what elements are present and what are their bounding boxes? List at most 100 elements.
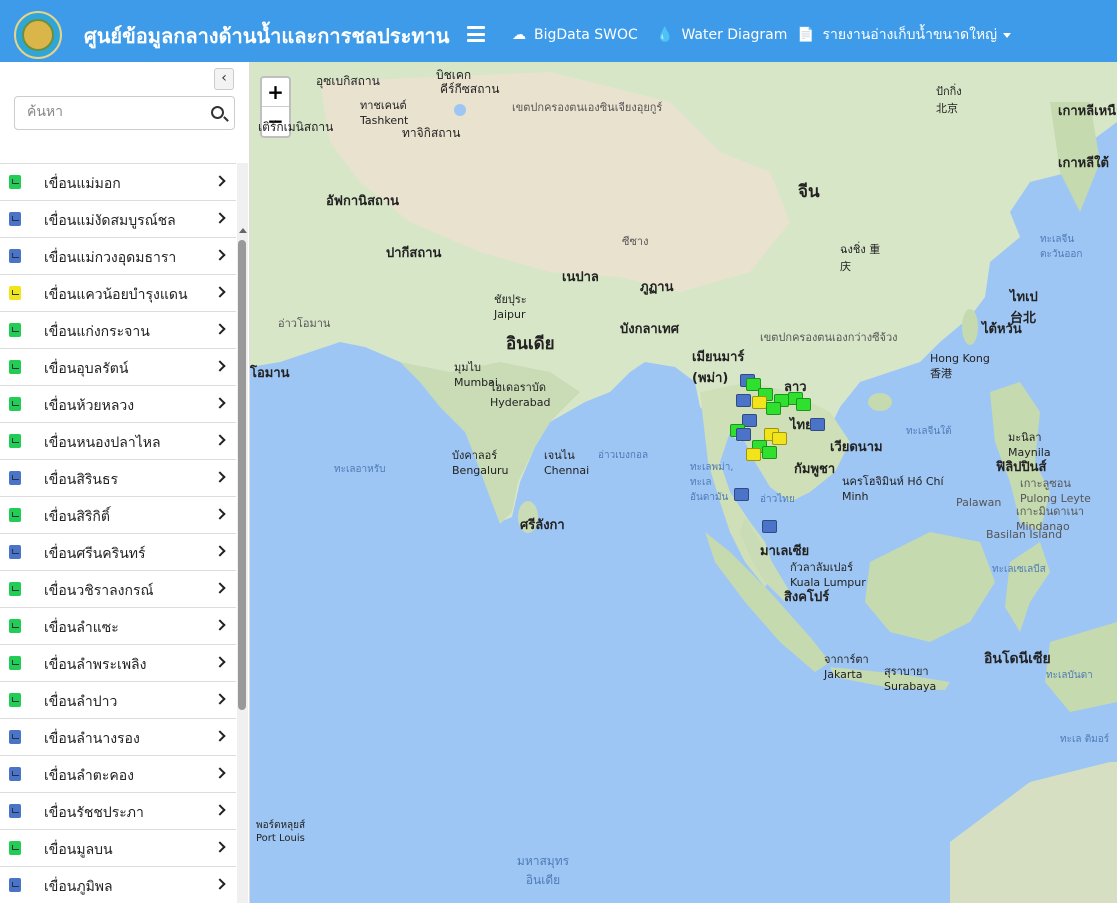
chevron-right-icon[interactable] [214, 582, 226, 594]
chevron-right-icon[interactable] [214, 656, 226, 668]
chevron-right-icon[interactable] [214, 767, 226, 779]
menu-icon[interactable] [467, 26, 485, 42]
dam-name: เขื่อนแม่กวงอุดมธารา [44, 250, 177, 266]
site-title[interactable]: ศูนย์ข้อมูลกลางด้านน้ำและการชลประทาน [84, 20, 449, 52]
dam-marker[interactable] [762, 520, 777, 533]
chevron-right-icon[interactable] [214, 730, 226, 742]
dam-list-item[interactable]: เขื่อนลำแซะ [0, 607, 236, 644]
dam-list-item[interactable]: เขื่อนสิรินธร [0, 459, 236, 496]
dam-list-item[interactable]: เขื่อนลำตะคอง [0, 755, 236, 792]
map-view[interactable]: + − อุซเบกิสถาน คีร์กีซสถาน บิชเคก ทาชเค… [250, 62, 1117, 903]
chevron-right-icon[interactable] [214, 175, 226, 187]
scroll-up-arrow[interactable] [239, 228, 247, 233]
nav-water-diagram-label: Water Diagram [681, 27, 788, 43]
chevron-right-icon[interactable] [214, 545, 226, 557]
nav-reservoir-report[interactable]: 📄 รายงานอ่างเก็บน้ำขนาดใหญ่ [797, 0, 1012, 70]
zoom-in-button[interactable]: + [262, 78, 289, 107]
dam-list-item[interactable]: เขื่อนลำปาว [0, 681, 236, 718]
label-oman: โอมาน [250, 366, 290, 381]
collapse-sidebar-button[interactable]: ‹ [214, 68, 234, 90]
label-india: อินเดีย [506, 334, 555, 354]
dam-list-item[interactable]: เขื่อนแม่กวงอุดมธารา [0, 237, 236, 274]
label-beijing: ปักกิ่ง 北京 [936, 85, 962, 115]
chevron-right-icon[interactable] [214, 212, 226, 224]
dam-name: เขื่อนอุบลรัตน์ [44, 361, 129, 377]
label-palawan: Palawan [956, 496, 1002, 509]
chevron-right-icon[interactable] [214, 508, 226, 520]
chevron-right-icon[interactable] [214, 804, 226, 816]
dam-marker[interactable] [734, 488, 749, 501]
dam-list-item[interactable]: เขื่อนแม่งัดสมบูรณ์ชล [0, 200, 236, 237]
dam-list-item[interactable]: เขื่อนอุบลรัตน์ [0, 348, 236, 385]
label-bandasea: ทะเลบันดา [1046, 670, 1093, 681]
dam-marker[interactable] [810, 418, 825, 431]
label-kualalumpur: กัวลาลัมเปอร์ Kuala Lumpur [790, 561, 866, 589]
dam-name: เขื่อนลำนางรอง [44, 731, 140, 747]
dam-list-item[interactable]: เขื่อนลำพระเพลิง [0, 644, 236, 681]
dam-list-item[interactable]: เขื่อนภูมิพล [0, 866, 236, 903]
label-eastchinasea: ทะเลจีน ตะวันออก [1040, 234, 1083, 260]
search-icon[interactable] [211, 106, 224, 119]
dam-status-icon [9, 175, 21, 189]
dam-name: เขื่อนสิริกิติ์ [44, 509, 110, 525]
dam-list-item[interactable]: เขื่อนแก่งกระจาน [0, 311, 236, 348]
logo[interactable] [14, 11, 62, 59]
dam-list-item[interactable]: เขื่อนมูลบน [0, 829, 236, 866]
chevron-right-icon[interactable] [214, 249, 226, 261]
dam-name: เขื่อนมูลบน [44, 842, 113, 858]
chevron-right-icon[interactable] [214, 471, 226, 483]
nav-bigdata[interactable]: ☁ BigData SWOC [512, 0, 638, 70]
chevron-right-icon[interactable] [214, 360, 226, 372]
nav-reservoir-report-label: รายงานอ่างเก็บน้ำขนาดใหญ่ [822, 27, 998, 43]
dam-list-item[interactable]: เขื่อนศรีนครินทร์ [0, 533, 236, 570]
nav-water-diagram[interactable]: 💧 Water Diagram [656, 0, 787, 70]
chevron-right-icon[interactable] [214, 693, 226, 705]
label-bhutan: ภูฏาน [640, 280, 674, 295]
dam-status-icon [9, 582, 21, 596]
dam-status-icon [9, 249, 21, 263]
label-luzon: เกาะลูซอน Pulong Leyte [1020, 477, 1091, 505]
dam-name: เขื่อนแก่งกระจาน [44, 324, 150, 340]
dam-marker[interactable] [746, 448, 761, 461]
dam-status-icon [9, 360, 21, 374]
dam-list-item[interactable]: เขื่อนวชิราลงกรณ์ [0, 570, 236, 607]
dam-name: เขื่อนลำตะคอง [44, 768, 134, 784]
chevron-right-icon[interactable] [214, 323, 226, 335]
dam-status-icon [9, 212, 21, 226]
dam-list-item[interactable]: เขื่อนแควน้อยบำรุงแดน [0, 274, 236, 311]
chevron-right-icon[interactable] [214, 841, 226, 853]
label-nepal: เนปาล [562, 270, 599, 285]
dam-status-icon [9, 804, 21, 818]
dam-name: เขื่อนแควน้อยบำรุงแดน [44, 287, 188, 303]
dam-marker[interactable] [796, 398, 811, 411]
label-chongqing: ฉงชิ่ง 重庆 [840, 243, 881, 273]
label-bangladesh: บังกลาเทศ [620, 322, 680, 337]
chevron-right-icon[interactable] [214, 878, 226, 890]
label-jakarta: จาการ์ตา Jakarta [824, 653, 869, 681]
dam-marker[interactable] [762, 446, 777, 459]
label-celebes: ทะเลเซเลบีส [992, 564, 1046, 575]
dam-name: เขื่อนหนองปลาไหล [44, 435, 161, 451]
label-turkmenistan: เติร์กเมนิสถาน [258, 120, 334, 134]
dam-marker[interactable] [736, 394, 751, 407]
chevron-right-icon[interactable] [214, 397, 226, 409]
label-china: จีน [798, 182, 820, 202]
dam-marker[interactable] [772, 432, 787, 445]
dam-marker[interactable] [766, 402, 781, 415]
dam-list-item[interactable]: เขื่อนหนองปลาไหล [0, 422, 236, 459]
chevron-right-icon[interactable] [214, 434, 226, 446]
label-xinjiang: เขตปกครองตนเองซินเจียงอุยกูร์ [512, 101, 663, 114]
dam-status-icon [9, 545, 21, 559]
dam-name: เขื่อนสิรินธร [44, 472, 119, 488]
chevron-right-icon[interactable] [214, 619, 226, 631]
dam-list-item[interactable]: เขื่อนแม่มอก [0, 163, 236, 200]
dam-list-item[interactable]: เขื่อนรัชชประภา [0, 792, 236, 829]
dam-marker[interactable] [752, 396, 767, 409]
search-input[interactable] [27, 104, 207, 120]
chevron-right-icon[interactable] [214, 286, 226, 298]
dam-list-item[interactable]: เขื่อนลำนางรอง [0, 718, 236, 755]
dam-list-item[interactable]: เขื่อนสิริกิติ์ [0, 496, 236, 533]
scrollbar-thumb[interactable] [238, 240, 246, 710]
dam-list-item[interactable]: เขื่อนห้วยหลวง [0, 385, 236, 422]
dam-marker[interactable] [736, 428, 751, 441]
